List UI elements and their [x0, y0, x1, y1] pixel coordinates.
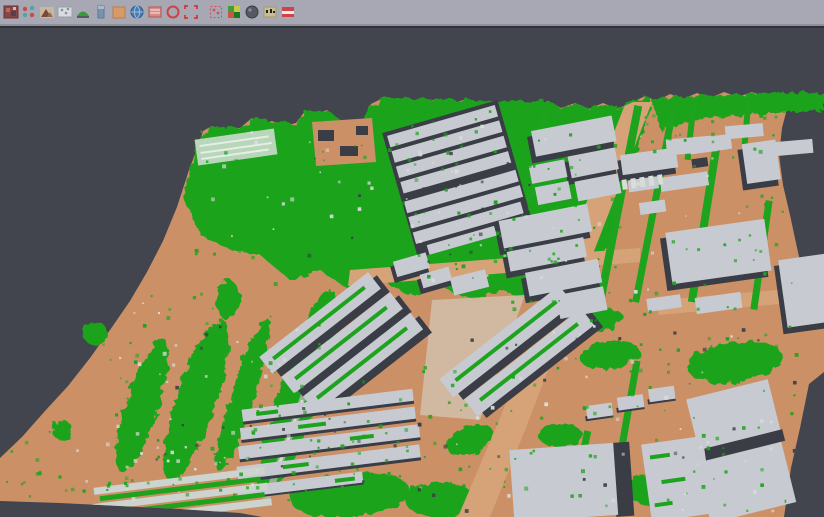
mountain-terrain-icon: [39, 4, 55, 20]
striped-flag-icon: [280, 4, 296, 20]
globe-button[interactable]: [129, 1, 146, 23]
raster-image-icon: [3, 4, 19, 20]
orange-tile-button[interactable]: [111, 1, 128, 23]
classification-map-button[interactable]: [225, 1, 242, 23]
dark-sphere-icon: [244, 4, 260, 20]
red-layers-button[interactable]: [147, 1, 164, 23]
striped-flag-button[interactable]: [279, 1, 296, 23]
application-window: [0, 0, 824, 517]
annotated-map-icon: [262, 4, 278, 20]
vegetation-mound-button[interactable]: [75, 1, 92, 23]
vegetation-mound-icon: [75, 4, 91, 20]
profile-column-button[interactable]: [93, 1, 110, 23]
red-layers-icon: [147, 4, 163, 20]
circle-selection-button[interactable]: [165, 1, 182, 23]
point-cloud-button[interactable]: [57, 1, 74, 23]
raster-image-button[interactable]: [3, 1, 20, 23]
dotted-region-button[interactable]: [207, 1, 224, 23]
globe-icon: [129, 4, 145, 20]
bounds-selection-button[interactable]: [183, 1, 200, 23]
dark-sphere-button[interactable]: [243, 1, 260, 23]
bounds-selection-icon: [183, 4, 199, 20]
circle-selection-icon: [165, 4, 181, 20]
toolbar: [0, 0, 824, 26]
scene-svg: [0, 0, 824, 517]
point-cloud-icon: [57, 4, 73, 20]
point-pairs-icon: [21, 4, 37, 20]
dotted-region-icon: [208, 4, 224, 20]
profile-column-icon: [93, 4, 109, 20]
annotated-map-button[interactable]: [261, 1, 278, 23]
viewport-3d[interactable]: [0, 0, 824, 517]
classification-map-icon: [226, 4, 242, 20]
orange-tile-icon: [111, 4, 127, 20]
point-pairs-button[interactable]: [21, 1, 38, 23]
mountain-terrain-button[interactable]: [39, 1, 56, 23]
